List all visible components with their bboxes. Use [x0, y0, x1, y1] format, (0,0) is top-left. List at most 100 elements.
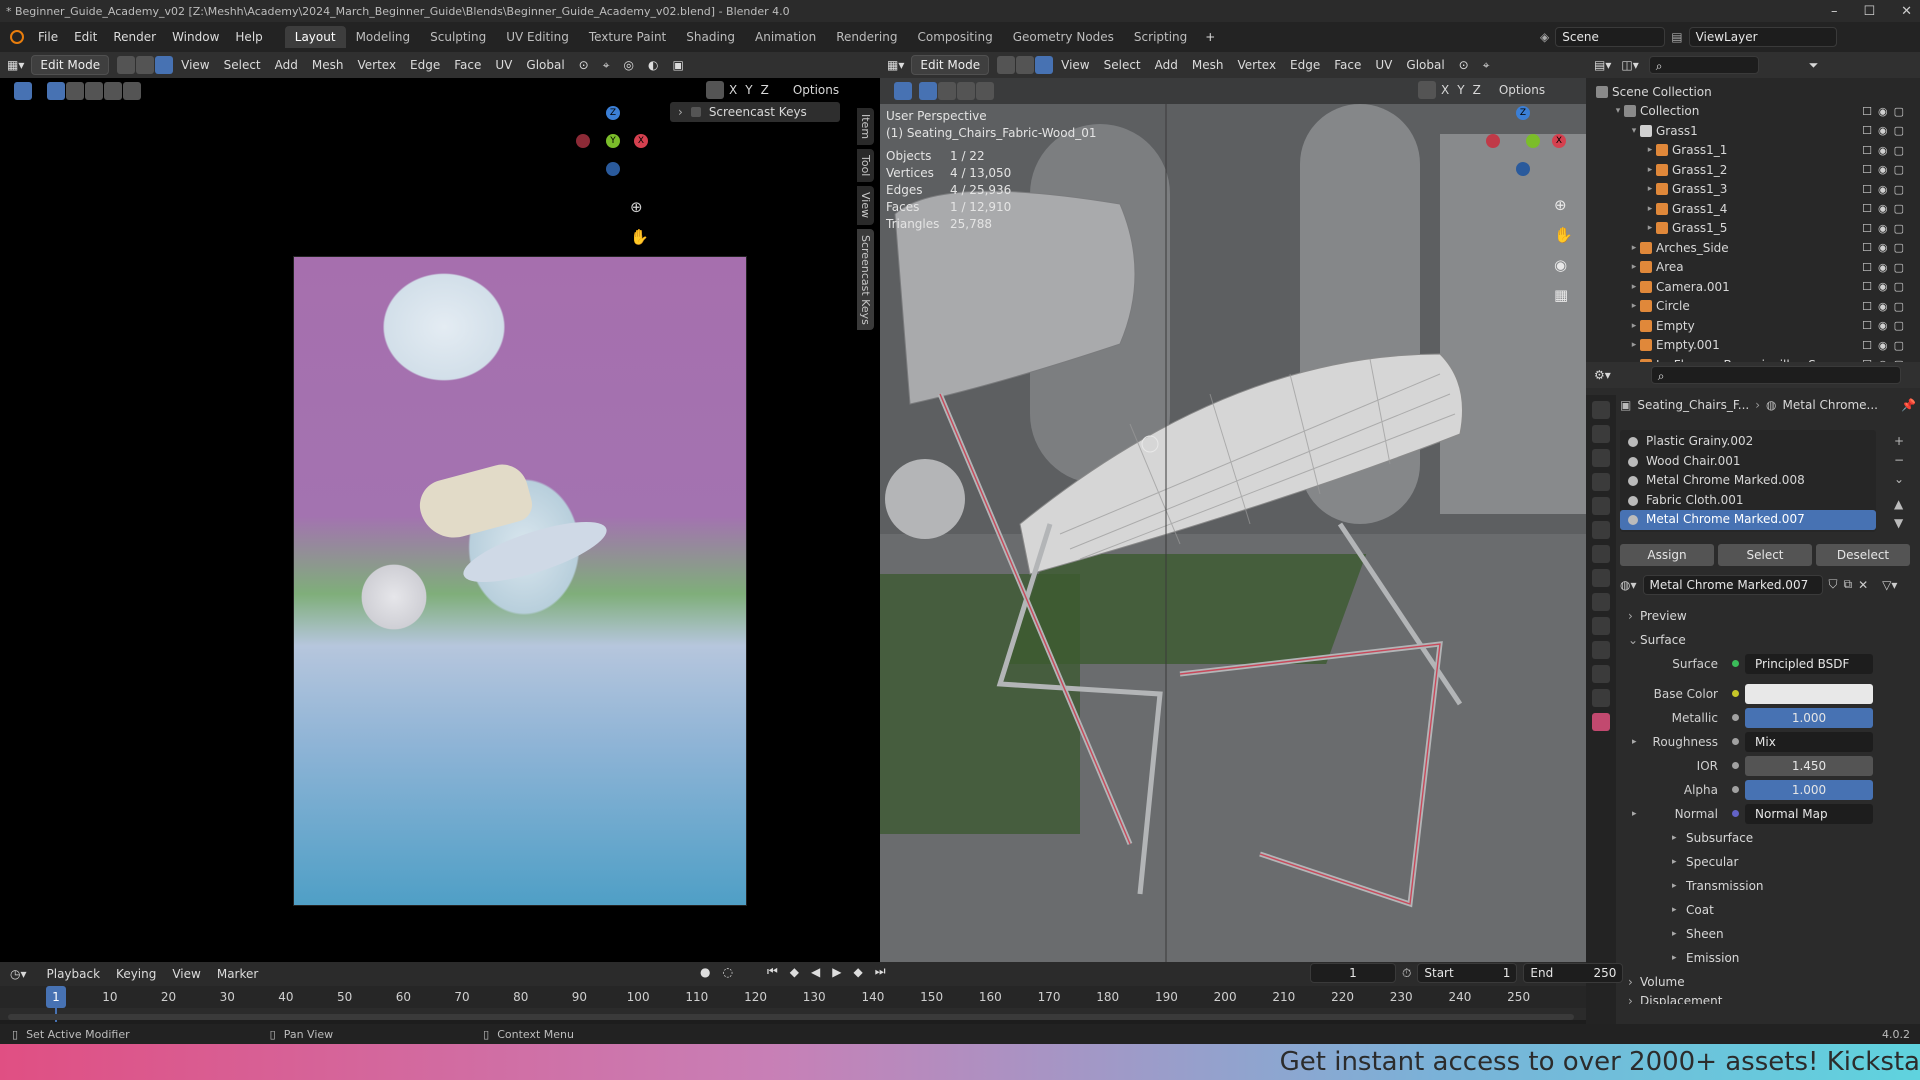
- outliner-row[interactable]: ▸ Arches_Side ☐◉▢: [1586, 238, 1920, 258]
- tab-item[interactable]: Item: [857, 108, 874, 146]
- timeline-ruler[interactable]: 10 20 30 40 50 60 70 80 90 100 110 120 130 140 150 160 1…: [0, 986, 1586, 1022]
- menu-vertex[interactable]: Vertex: [350, 55, 403, 75]
- close-icon[interactable]: ✕: [1901, 4, 1912, 19]
- snap-icon[interactable]: ⌖: [596, 55, 617, 75]
- tab-tool[interactable]: Tool: [857, 149, 874, 183]
- xray-icon[interactable]: ▣: [665, 55, 690, 75]
- gizmo-neg-x-icon[interactable]: [1486, 134, 1500, 148]
- select-mode-intersect-icon[interactable]: [123, 82, 141, 100]
- material-link-icon[interactable]: ▽▾: [1882, 578, 1897, 592]
- axis-z[interactable]: Z: [1469, 83, 1485, 97]
- select-mode-subtract-icon[interactable]: [85, 82, 103, 100]
- editor-type-icon[interactable]: ⚙▾: [1594, 368, 1611, 382]
- gizmo-y-icon[interactable]: [1526, 134, 1540, 148]
- pivot-icon[interactable]: ⊙: [572, 55, 596, 75]
- pan-hand-icon[interactable]: ✋: [630, 222, 649, 252]
- expand-triangle-icon[interactable]: ▸: [1644, 184, 1656, 194]
- tab-layout[interactable]: Layout: [284, 26, 346, 48]
- next-keyframe-icon[interactable]: ◆: [853, 965, 862, 979]
- play-reverse-icon[interactable]: ◀: [811, 965, 820, 979]
- select-mode-new-icon[interactable]: [47, 82, 65, 100]
- axis-z[interactable]: Z: [757, 83, 773, 97]
- unlink-icon[interactable]: ✕: [1858, 578, 1868, 592]
- face-select-icon[interactable]: [155, 56, 174, 74]
- visibility-toggles-icon[interactable]: ☐◉▢: [1862, 202, 1910, 215]
- orientation-selector[interactable]: Global: [1399, 55, 1451, 75]
- roughness-link-field[interactable]: Mix: [1745, 731, 1873, 752]
- normal-link-field[interactable]: Normal Map: [1745, 803, 1873, 824]
- axis-y[interactable]: Y: [1453, 83, 1468, 97]
- gizmo-neg-x-icon[interactable]: [576, 134, 590, 148]
- jump-start-icon[interactable]: ⏮: [767, 964, 778, 979]
- menu-vertex[interactable]: Vertex: [1230, 55, 1283, 75]
- select-mode-extend-icon[interactable]: [66, 82, 84, 100]
- expand-triangle-icon[interactable]: ▸: [1628, 301, 1640, 311]
- subpanel-coat[interactable]: Coat: [1620, 898, 1916, 922]
- tab-sculpting[interactable]: Sculpting: [420, 26, 496, 48]
- visibility-toggles-icon[interactable]: ☐◉▢: [1862, 222, 1910, 235]
- select-tool-icon[interactable]: [894, 82, 912, 100]
- blender-logo-icon[interactable]: [10, 30, 24, 44]
- outliner-row[interactable]: Scene Collection: [1586, 82, 1920, 102]
- move-down-icon[interactable]: ▼: [1894, 514, 1904, 533]
- select-tool-icon[interactable]: [14, 82, 32, 100]
- metallic-slider[interactable]: 1.000: [1745, 707, 1873, 728]
- expand-triangle-icon[interactable]: ▸: [1628, 321, 1640, 331]
- vertex-select-icon[interactable]: [117, 56, 136, 74]
- base-color-swatch[interactable]: [1745, 683, 1873, 704]
- surface-section[interactable]: Surface: [1620, 628, 1916, 652]
- keying-icon[interactable]: ◌: [722, 965, 732, 979]
- timeline-menu-view[interactable]: View: [164, 963, 208, 985]
- menu-window[interactable]: Window: [164, 26, 227, 48]
- volume-section[interactable]: Volume: [1620, 970, 1916, 994]
- collection-tab-icon[interactable]: [1592, 545, 1610, 563]
- screencast-keys-panel[interactable]: › Screencast Keys: [670, 102, 840, 122]
- menu-view[interactable]: View: [1054, 55, 1096, 75]
- edit-viewport[interactable]: ▦▾ Edit Mode View Select Add Mesh Vertex Edge…: [880, 52, 1586, 962]
- select-mode-invert-icon[interactable]: [104, 82, 122, 100]
- face-select-icon[interactable]: [1035, 56, 1054, 74]
- minimize-icon[interactable]: –: [1831, 4, 1838, 19]
- timeline-menu-marker[interactable]: Marker: [209, 963, 266, 985]
- menu-render[interactable]: Render: [105, 26, 164, 48]
- select-mode-extend-icon[interactable]: [938, 82, 956, 100]
- timeline-menu-keying[interactable]: Keying: [108, 963, 164, 985]
- render-viewport[interactable]: ▦▾ Edit Mode View Select Add Mesh Vertex Edge…: [0, 52, 880, 962]
- visibility-toggles-icon[interactable]: ☐◉▢: [1862, 241, 1910, 254]
- editor-type-icon[interactable]: ◷▾: [10, 967, 27, 981]
- expand-triangle-icon[interactable]: ▸: [1644, 165, 1656, 175]
- checkbox-icon[interactable]: [690, 107, 701, 117]
- view-layer-tab-icon[interactable]: [1592, 473, 1610, 491]
- pin-icon[interactable]: 📌: [1901, 398, 1916, 412]
- zoom-icon[interactable]: ⊕: [1554, 190, 1573, 220]
- preview-section[interactable]: Preview: [1620, 604, 1916, 628]
- visibility-toggles-icon[interactable]: ☐◉▢: [1862, 144, 1910, 157]
- outliner-row[interactable]: ▸ Grass1_5 ☐◉▢: [1586, 219, 1920, 239]
- pivot-icon[interactable]: ⊙: [1452, 55, 1476, 75]
- world-tab-icon[interactable]: [1592, 521, 1610, 539]
- material-name-field[interactable]: Metal Chrome Marked.007: [1642, 574, 1823, 595]
- gizmo-z-icon[interactable]: Z: [606, 106, 620, 120]
- alpha-slider[interactable]: 1.000: [1745, 779, 1873, 800]
- gizmo-neg-z-icon[interactable]: [1516, 162, 1530, 176]
- displacement-section[interactable]: Displacement: [1620, 994, 1916, 1004]
- outliner-row[interactable]: ▸ Grass1_1 ☐◉▢: [1586, 141, 1920, 161]
- output-tab-icon[interactable]: [1592, 449, 1610, 467]
- menu-uv[interactable]: UV: [1368, 55, 1399, 75]
- menu-add[interactable]: Add: [268, 55, 305, 75]
- expand-triangle-icon[interactable]: ▸: [1628, 282, 1640, 292]
- duplicate-icon[interactable]: ⧉: [1844, 577, 1853, 592]
- outliner-row[interactable]: ▾ Grass1 ☐◉▢: [1586, 121, 1920, 141]
- menu-file[interactable]: File: [30, 26, 66, 48]
- edge-select-icon[interactable]: [1016, 56, 1035, 74]
- maximize-icon[interactable]: ☐: [1863, 4, 1875, 19]
- prev-keyframe-icon[interactable]: ◆: [790, 965, 799, 979]
- tab-shading[interactable]: Shading: [676, 26, 745, 48]
- fake-user-icon[interactable]: ⛉: [1829, 577, 1838, 592]
- gizmo-neg-z-icon[interactable]: [606, 162, 620, 176]
- current-frame-field[interactable]: 1: [1310, 963, 1396, 983]
- vertex-select-icon[interactable]: [997, 56, 1016, 74]
- visibility-toggles-icon[interactable]: ☐◉▢: [1862, 300, 1910, 313]
- expand-triangle-icon[interactable]: ▸: [1628, 340, 1640, 350]
- menu-help[interactable]: Help: [227, 26, 270, 48]
